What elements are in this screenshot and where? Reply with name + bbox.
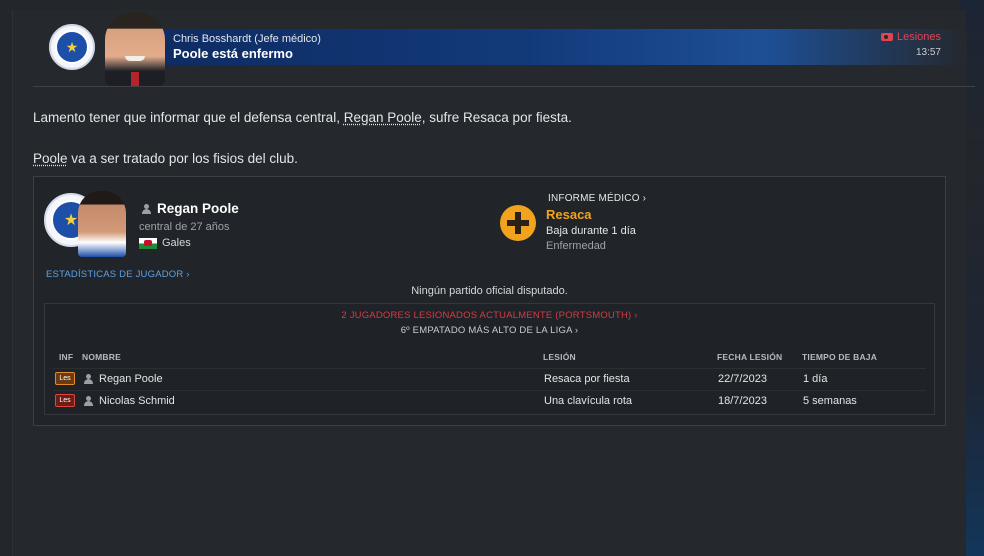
column-header-inf[interactable]: INF <box>59 352 73 362</box>
para1-text: Lamento tener que informar que el defens… <box>33 110 344 125</box>
player-description: central de 27 años <box>139 221 230 233</box>
no-matches-text: Ningún partido oficial disputado. <box>411 285 568 297</box>
player-stats-link[interactable]: ESTADÍSTICAS DE JUGADOR › <box>46 269 190 280</box>
tag-icon <box>880 33 893 41</box>
sender-name[interactable]: Chris Bosshardt (Jefe médico) <box>173 33 321 45</box>
column-header-date[interactable]: FECHA LESIÓN <box>717 352 782 362</box>
medical-report-link[interactable]: INFORME MÉDICO › <box>548 193 646 204</box>
row-player-name[interactable]: Nicolas Schmid <box>99 395 175 407</box>
column-header-time-out[interactable]: TIEMPO DE BAJA <box>802 352 877 362</box>
message-header: ★ Chris Bosshardt (Jefe médico) Poole es… <box>13 10 967 88</box>
row-injury-date: 22/7/2023 <box>718 373 767 385</box>
category-tag[interactable]: Lesiones <box>880 31 941 43</box>
club-crest-icon[interactable]: ★ <box>49 24 95 70</box>
player-nationality[interactable]: Gales <box>139 237 191 249</box>
row-injury: Una clavícula rota <box>544 395 633 407</box>
row-injury-date: 18/7/2023 <box>718 395 767 407</box>
table-row[interactable]: Les Regan Poole Resaca por fiesta 22/7/2… <box>53 368 926 388</box>
message-subject: Poole está enfermo <box>173 46 293 61</box>
league-rank-link[interactable]: 6º EMPATADO MÁS ALTO DE LA LIGA › <box>45 325 934 336</box>
injury-card: ★ Regan Poole central de 27 años Gales E… <box>33 176 946 426</box>
nation-label: Gales <box>162 237 191 249</box>
player-photo[interactable] <box>78 191 126 257</box>
injury-name: Resaca <box>546 207 592 222</box>
injured-count-link[interactable]: 2 JUGADORES LESIONADOS ACTUALMENTE (PORT… <box>45 310 934 321</box>
category-label: Lesiones <box>896 31 941 43</box>
injury-status-badge: Les <box>55 372 75 385</box>
column-header-injury[interactable]: LESIÓN <box>543 352 576 362</box>
injury-type: Enfermedad <box>546 240 606 252</box>
player-name-row[interactable]: Regan Poole <box>142 201 239 216</box>
row-time-out: 5 semanas <box>803 395 857 407</box>
row-player-name[interactable]: Regan Poole <box>99 373 163 385</box>
message-paragraph-1: Lamento tener que informar que el defens… <box>33 110 572 125</box>
row-time-out: 1 día <box>803 373 828 385</box>
message-panel: ★ Chris Bosshardt (Jefe médico) Poole es… <box>12 10 975 556</box>
injury-status-badge: Les <box>55 394 75 407</box>
column-header-name[interactable]: NOMBRE <box>82 352 121 362</box>
table-row[interactable]: Les Nicolas Schmid Una clavícula rota 18… <box>53 390 926 410</box>
para1-text-end: , sufre Resaca por fiesta. <box>421 110 572 125</box>
header-divider <box>33 86 975 87</box>
para2-text: va a ser tratado por los fisios del club… <box>67 151 298 166</box>
message-time: 13:57 <box>915 47 941 58</box>
player-link-short[interactable]: Poole <box>33 151 68 166</box>
person-icon <box>84 374 93 384</box>
person-icon <box>142 203 151 214</box>
message-paragraph-2: Poole va a ser tratado por los fisios de… <box>33 151 298 166</box>
row-injury: Resaca por fiesta <box>544 373 630 385</box>
wales-flag-icon <box>139 237 157 249</box>
player-link[interactable]: Regan Poole <box>344 110 422 125</box>
sender-avatar[interactable] <box>105 12 165 86</box>
injury-duration: Baja durante 1 día <box>546 225 636 237</box>
person-icon <box>84 396 93 406</box>
injured-squad-box: 2 JUGADORES LESIONADOS ACTUALMENTE (PORT… <box>44 303 935 415</box>
medical-cross-icon <box>500 205 536 241</box>
player-name[interactable]: Regan Poole <box>157 201 239 216</box>
